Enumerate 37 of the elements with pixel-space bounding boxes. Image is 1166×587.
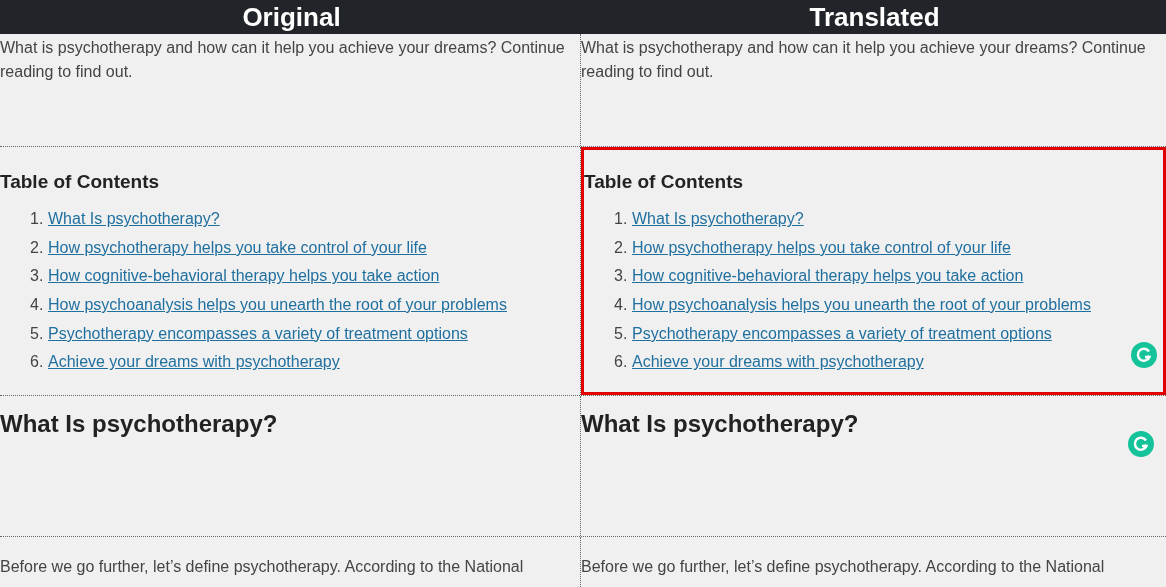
column-title: Original <box>242 1 341 33</box>
section-heading: What Is psychotherapy? <box>0 410 279 438</box>
toc-link[interactable]: How psychotherapy helps you take control of your life <box>632 238 1011 257</box>
list-number: 6. <box>30 353 45 372</box>
toc-link[interactable]: Psychotherapy encompasses a variety of treatment options <box>632 324 1052 343</box>
column-title: Translated <box>809 1 940 33</box>
paragraph: What is psychotherapy and how can it help you achieve your dreams? Continue reading to find out. <box>0 38 566 82</box>
grammar-assistant-icon[interactable] <box>1128 431 1154 457</box>
list-number: 5. <box>30 324 45 343</box>
list-number: 3. <box>614 267 629 286</box>
toc-title: Table of Contents <box>0 171 161 193</box>
toc-link[interactable]: How cognitive-behavioral therapy helps you take action <box>48 267 440 286</box>
toc-link[interactable]: How psychoanalysis helps you unearth the root of your problems <box>632 296 1091 315</box>
paragraph: What is psychotherapy and how can it help you achieve your dreams? Continue reading to find out. <box>581 38 1147 82</box>
toc-link[interactable]: How psychotherapy helps you take control of your life <box>48 238 427 257</box>
paragraph: Before we go further, let’s define psychotherapy. According to the National <box>0 557 525 577</box>
list-number: 2. <box>30 238 45 257</box>
section-heading: What Is psychotherapy? <box>581 410 860 438</box>
selected-cell[interactable] <box>581 147 1166 395</box>
toc-link[interactable]: Psychotherapy encompasses a variety of treatment options <box>48 324 468 343</box>
paragraph: Before we go further, let’s define psychotherapy. According to the National <box>581 557 1106 577</box>
toc-link[interactable]: Achieve your dreams with psychotherapy <box>632 353 924 372</box>
list-number: 4. <box>30 296 45 315</box>
toc-link[interactable]: Achieve your dreams with psychotherapy <box>48 353 340 372</box>
grammar-assistant-icon[interactable] <box>1131 342 1157 368</box>
toc-link[interactable]: What Is psychotherapy? <box>48 210 220 229</box>
list-number: 2. <box>614 238 629 257</box>
toc-link[interactable]: How psychoanalysis helps you unearth the root of your problems <box>48 296 507 315</box>
toc-link[interactable]: What Is psychotherapy? <box>632 210 804 229</box>
toc-link[interactable]: How cognitive-behavioral therapy helps you take action <box>632 267 1024 286</box>
list-number: 5. <box>614 324 629 343</box>
list-number: 3. <box>30 267 45 286</box>
list-number: 1. <box>30 210 45 229</box>
toc-title: Table of Contents <box>584 171 745 193</box>
list-number: 6. <box>614 353 629 372</box>
list-number: 1. <box>614 210 629 229</box>
list-number: 4. <box>614 296 629 315</box>
